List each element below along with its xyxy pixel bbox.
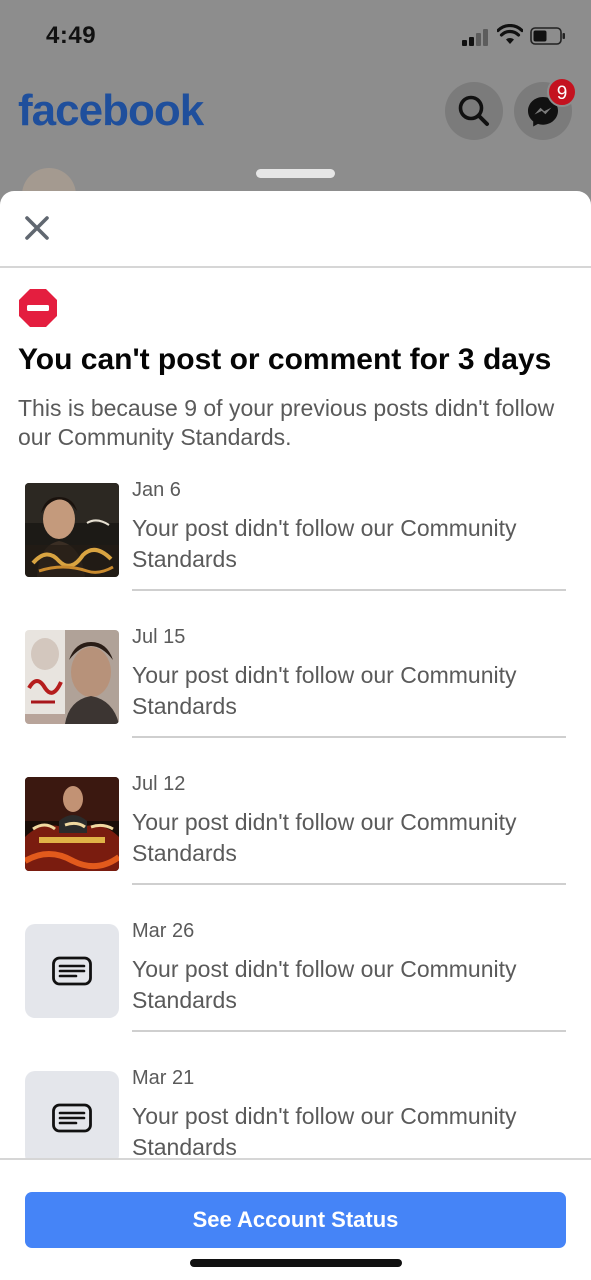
restriction-sheet: You can't post or comment for 3 days Thi… [0,191,591,1280]
item-message: Your post didn't follow our Community St… [132,956,517,1013]
cellular-signal-icon [462,28,492,46]
status-time: 4:49 [46,22,97,49]
list-item[interactable]: Jan 6 Your post didn't follow our Commun… [0,473,591,620]
item-date: Jan 6 [132,479,181,501]
post-thumbnail [25,483,119,577]
divider [132,883,566,885]
search-icon [458,95,489,126]
status-bar: 4:49 [0,0,591,70]
close-icon [25,216,49,240]
post-thumbnail [25,630,119,724]
item-date: Mar 21 [132,1067,195,1089]
messenger-badge: 9 [547,77,577,107]
see-account-status-button[interactable]: See Account Status [25,1192,566,1248]
close-button[interactable] [18,209,58,249]
divider [132,736,566,738]
text-post-icon [52,956,92,986]
text-post-thumbnail [25,924,119,1018]
list-item[interactable]: Jul 12 Your post didn't follow our Commu… [0,767,591,914]
divider [132,1030,566,1032]
list-item[interactable]: Mar 26 Your post didn't follow our Commu… [0,914,591,1061]
battery-icon [530,27,565,45]
item-message: Your post didn't follow our Community St… [132,809,517,866]
page-subtitle: This is because 9 of your previous posts… [18,395,555,450]
home-indicator[interactable] [190,1259,402,1267]
wifi-icon [497,24,523,44]
violation-list: Jan 6 Your post didn't follow our Commun… [0,473,591,1159]
list-item[interactable]: Mar 21 Your post didn't follow our Commu… [0,1061,591,1159]
post-thumbnail [25,777,119,871]
divider [0,1158,591,1160]
item-date: Mar 26 [132,920,195,942]
item-message: Your post didn't follow our Community St… [132,662,517,719]
divider [0,266,591,268]
item-message: Your post didn't follow our Community St… [132,1103,517,1159]
sheet-grabber[interactable] [256,169,335,178]
item-date: Jul 15 [132,626,186,648]
no-entry-icon [19,289,57,327]
page-title: You can't post or comment for 3 days [18,343,552,376]
text-post-thumbnail [25,1071,119,1159]
facebook-logo[interactable]: facebook [18,86,204,136]
list-item[interactable]: Jul 15 Your post didn't follow our Commu… [0,620,591,767]
text-post-icon [52,1103,92,1133]
search-button[interactable] [445,82,503,140]
item-message: Your post didn't follow our Community St… [132,515,517,572]
item-date: Jul 12 [132,773,186,795]
divider [132,589,566,591]
